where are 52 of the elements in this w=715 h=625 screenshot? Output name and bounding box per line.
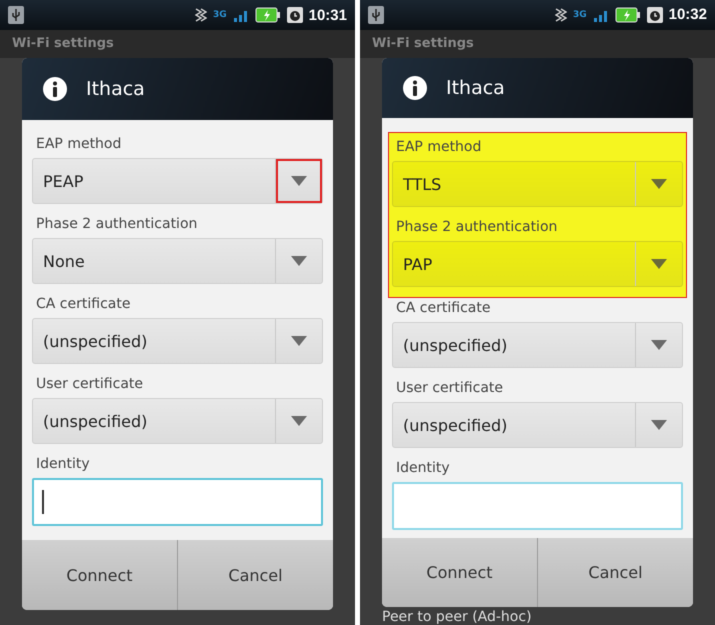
cancel-button[interactable]: Cancel xyxy=(538,538,693,607)
field-label: Phase 2 authentication xyxy=(35,215,198,234)
clock-time: 10:32 xyxy=(668,6,707,24)
dropdown-arrow-icon xyxy=(291,336,307,346)
field-label: EAP method xyxy=(35,135,122,154)
dropdown-arrow-icon xyxy=(651,340,667,350)
sync-icon xyxy=(194,7,207,23)
dropdown-arrow-icon xyxy=(651,420,667,430)
clock-time: 10:31 xyxy=(308,6,347,24)
dropdown[interactable]: TTLS xyxy=(392,161,683,208)
info-icon xyxy=(42,76,68,102)
dropdown-arrow-icon xyxy=(291,176,307,186)
info-icon xyxy=(402,75,428,102)
alarm-icon xyxy=(286,7,303,23)
dropdown[interactable]: (unspecified) xyxy=(392,322,683,368)
battery-icon xyxy=(614,6,641,23)
field-label: EAP method xyxy=(395,138,482,158)
dropdown[interactable]: PAP xyxy=(392,241,683,288)
sync-icon xyxy=(554,6,567,23)
field-label: CA certificate xyxy=(395,299,492,318)
dropdown-arrow-icon xyxy=(291,256,307,266)
identity-input-field[interactable] xyxy=(32,478,323,526)
field-label: User certificate xyxy=(395,379,504,398)
dropdown[interactable]: PEAP xyxy=(32,158,323,204)
dropdown[interactable]: (unspecified) xyxy=(32,398,323,444)
alarm-icon xyxy=(646,6,663,23)
app-title: Wi-Fi settings xyxy=(372,36,474,51)
field-label: User certificate xyxy=(35,375,144,394)
dropdown-arrow-icon xyxy=(291,416,307,426)
dropdown[interactable]: (unspecified) xyxy=(392,402,683,448)
network-type: 3G xyxy=(572,10,587,20)
cancel-button[interactable]: Cancel xyxy=(178,540,333,610)
dropdown[interactable]: None xyxy=(32,238,323,284)
usb-icon xyxy=(8,6,24,24)
battery-icon xyxy=(254,7,281,23)
field-label: Identity xyxy=(395,459,451,478)
identity-input-field[interactable] xyxy=(392,482,683,530)
dialog-title: Ithaca xyxy=(446,77,505,100)
field-label: Phase 2 authentication xyxy=(395,218,558,238)
connect-button[interactable]: Connect xyxy=(382,538,538,607)
connect-button[interactable]: Connect xyxy=(22,540,178,610)
dropdown[interactable]: (unspecified) xyxy=(32,318,323,364)
field-label: CA certificate xyxy=(35,295,132,314)
dialog-title: Ithaca xyxy=(86,78,145,100)
field-label: Identity xyxy=(35,455,91,474)
signal-icon xyxy=(232,8,249,22)
background-list-item: Peer to peer (Ad-hoc) xyxy=(382,609,532,625)
network-type: 3G xyxy=(212,10,227,20)
dropdown-arrow-icon xyxy=(651,259,667,270)
app-title: Wi-Fi settings xyxy=(12,36,114,51)
usb-icon xyxy=(368,6,384,24)
dropdown-arrow-icon xyxy=(651,179,667,190)
